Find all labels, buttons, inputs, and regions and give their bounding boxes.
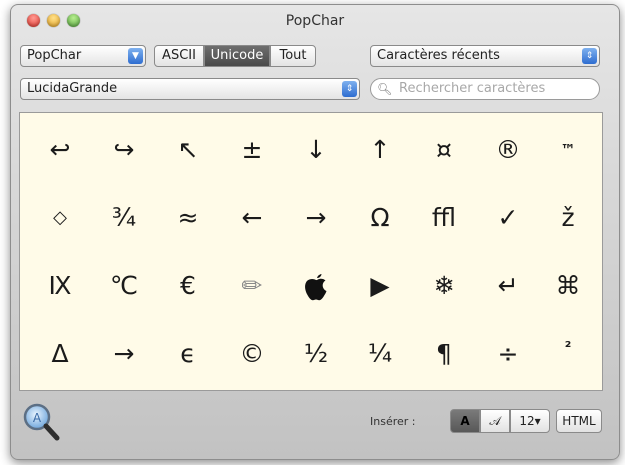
char-cell[interactable]: → <box>92 320 156 388</box>
svg-text:A: A <box>33 411 42 425</box>
char-cell[interactable]: ↓ <box>284 116 348 184</box>
char-cell[interactable]: € <box>156 252 220 320</box>
insert-label: Insérer : <box>370 415 416 428</box>
insert-size-popup[interactable]: 12▾ <box>510 409 550 433</box>
char-cell[interactable]: ▶ <box>348 252 412 320</box>
char-cell[interactable]: ↩ <box>28 116 92 184</box>
char-cell[interactable]: ✏ <box>220 252 284 320</box>
char-cell[interactable]: ℃ <box>92 252 156 320</box>
char-cell[interactable]: ™ <box>536 116 600 184</box>
char-cell[interactable]: ← <box>220 184 284 252</box>
search-field[interactable]: 🔍︎ Rechercher caractères <box>370 78 600 100</box>
insert-html-button[interactable]: HTML <box>556 409 602 433</box>
char-cell[interactable]: ↖ <box>156 116 220 184</box>
char-cell[interactable]: ❄ <box>412 252 476 320</box>
char-cell[interactable]: Ω <box>348 184 412 252</box>
char-cell[interactable]: ® <box>476 116 540 184</box>
font-popup[interactable]: LucidaGrande ⇕ <box>20 78 360 100</box>
char-cell[interactable]: ↪ <box>92 116 156 184</box>
char-cell[interactable]: ⌘ <box>536 252 600 320</box>
search-icon: 🔍︎ <box>377 82 393 96</box>
char-cell[interactable]: ¼ <box>348 320 412 388</box>
char-cell[interactable]: ✓ <box>476 184 540 252</box>
window-title: PopChar <box>285 13 345 29</box>
insert-char-button[interactable]: A <box>450 409 480 433</box>
char-cell[interactable]: ž <box>536 184 600 252</box>
char-cell[interactable]: ¤ <box>412 116 476 184</box>
segment-tout[interactable]: Tout <box>270 45 316 67</box>
char-cell[interactable]: ≈ <box>156 184 220 252</box>
char-cell[interactable]: ¶ <box>412 320 476 388</box>
char-cell[interactable]: © <box>220 320 284 388</box>
recent-popup-label: Caractères récents <box>377 48 500 63</box>
popup-arrow-icon: ▼ <box>128 48 143 64</box>
popup-updown-icon: ⇕ <box>342 81 357 97</box>
app-popup-label: PopChar <box>27 48 82 63</box>
char-cell[interactable]: ϵ <box>156 320 220 388</box>
font-popup-label: LucidaGrande <box>27 81 118 96</box>
apple-logo-icon[interactable] <box>284 252 348 320</box>
char-cell[interactable]: ↵ <box>476 252 540 320</box>
char-cell[interactable]: Ⅸ <box>28 252 92 320</box>
magnifier-icon[interactable]: A <box>22 402 60 442</box>
recent-characters-popup[interactable]: Caractères récents ⇕ <box>370 45 600 67</box>
char-cell[interactable]: → <box>284 184 348 252</box>
insert-styled-button[interactable]: 𝒜 <box>480 409 510 433</box>
char-cell[interactable]: Δ <box>28 320 92 388</box>
character-grid: ↩ ↪ ↖ ± ↓ ↑ ¤ ® ™ ◇ ¾ ≈ ← → Ω ﬄ ✓ ž Ⅸ ℃ … <box>19 112 603 391</box>
char-cell[interactable]: ¾ <box>92 184 156 252</box>
char-cell[interactable]: ◇ <box>28 184 92 252</box>
search-placeholder: Rechercher caractères <box>399 81 546 96</box>
titlebar: PopChar <box>11 5 619 35</box>
popup-updown-icon: ⇕ <box>582 48 597 64</box>
app-popup[interactable]: PopChar ▼ <box>20 45 146 67</box>
char-cell[interactable]: ↑ <box>348 116 412 184</box>
char-cell[interactable]: ÷ <box>476 320 540 388</box>
char-cell[interactable]: ² <box>536 313 600 381</box>
segment-unicode[interactable]: Unicode <box>204 45 270 67</box>
char-cell[interactable]: ½ <box>284 320 348 388</box>
char-cell[interactable]: ﬄ <box>412 184 476 252</box>
char-cell[interactable]: ± <box>220 116 284 184</box>
segment-ascii[interactable]: ASCII <box>154 45 204 67</box>
